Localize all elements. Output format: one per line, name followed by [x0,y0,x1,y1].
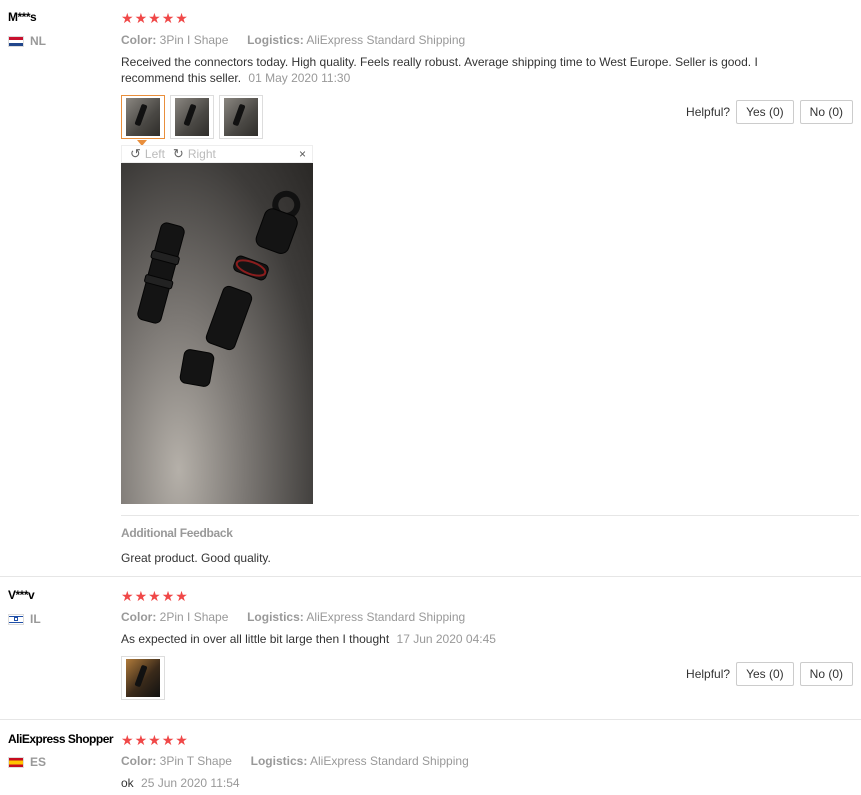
logistics-label: Logistics: [247,610,304,624]
reviewer-name: V***v [8,588,35,602]
connector-photo [137,190,301,387]
star-rating: ★ ★ ★ ★ ★ [121,589,188,603]
reviewer-name: AliExpress Shopper [8,732,114,746]
order-info: Color: 2Pin I Shape Logistics: AliExpres… [121,610,465,624]
logistics-value: AliExpress Standard Shipping [306,610,466,624]
divider [121,515,859,516]
logistics-label: Logistics: [247,33,304,47]
star-icon: ★ [175,732,188,748]
review-date: 17 Jun 2020 04:45 [396,632,496,646]
color-value: 3Pin I Shape [159,33,229,47]
star-icon: ★ [121,10,134,26]
rotate-right-icon: ↻ [172,146,184,161]
country-code: IL [30,612,41,626]
color-label: Color: [121,33,157,47]
photo-thumbnail[interactable] [219,95,263,139]
review-body: ok [121,776,134,790]
photo-thumbnail[interactable] [121,656,165,700]
additional-feedback-text: Great product. Good quality. [121,551,271,565]
helpful-controls: Helpful? Yes (0) No (0) [686,662,853,686]
helpful-yes-button[interactable]: Yes (0) [736,662,794,686]
logistics-value: AliExpress Standard Shipping [309,754,469,768]
review-date: 01 May 2020 11:30 [248,71,351,85]
color-label: Color: [121,754,157,768]
photo-viewer-toolbar: ↺ Left ↻ Right × [121,145,313,163]
helpful-label: Helpful? [686,105,731,119]
review-text: As expected in over all little bit large… [121,631,761,647]
color-label: Color: [121,610,157,624]
color-value: 3Pin T Shape [159,754,232,768]
reviewer-country: ES [8,755,46,769]
logistics-label: Logistics: [250,754,308,768]
review-text: Received the connectors today. High qual… [121,54,761,86]
reviewer-name: M***s [8,10,37,24]
rotate-right-label: Right [187,147,216,161]
star-icon: ★ [161,588,175,604]
country-code: ES [30,755,47,769]
flag-es-icon [8,756,24,768]
flag-nl-icon [8,35,24,47]
helpful-no-button[interactable]: No (0) [799,662,853,686]
star-icon: ★ [121,732,134,748]
star-icon: ★ [134,732,148,748]
rotate-left-icon: ↺ [130,146,141,161]
rotate-left-button[interactable]: ↺ Left [130,146,165,162]
review-body: Received the connectors today. High qual… [121,55,758,85]
review-body: As expected in over all little bit large… [121,632,390,646]
rotate-right-button[interactable]: ↻ Right [173,146,216,162]
helpful-controls: Helpful? Yes (0) No (0) [686,100,853,124]
review-text: ok 25 Jun 2020 11:54 [121,775,761,791]
star-icon: ★ [161,732,175,748]
star-icon: ★ [175,10,188,26]
rotate-left-label: Left [144,147,165,161]
additional-feedback-title: Additional Feedback [121,526,233,540]
helpful-label: Helpful? [686,667,731,681]
helpful-no-button[interactable]: No (0) [799,100,853,124]
photo-thumbnail[interactable] [170,95,214,139]
logistics-value: AliExpress Standard Shipping [306,33,466,47]
country-code: NL [30,34,46,48]
order-info: Color: 3Pin T Shape Logistics: AliExpres… [121,754,469,768]
color-value: 2Pin I Shape [159,610,229,624]
photo-thumbnails [121,656,165,700]
reviewer-country: NL [8,34,46,48]
close-icon[interactable]: × [299,147,306,161]
star-icon: ★ [161,10,175,26]
star-icon: ★ [148,10,161,26]
star-rating: ★ ★ ★ ★ ★ [121,11,188,25]
photo-thumbnail[interactable] [121,95,165,139]
star-rating: ★ ★ ★ ★ ★ [121,733,188,747]
order-info: Color: 3Pin I Shape Logistics: AliExpres… [121,33,465,47]
star-icon: ★ [121,588,134,604]
photo-thumbnails [121,95,263,139]
helpful-yes-button[interactable]: Yes (0) [736,100,794,124]
review-date: 25 Jun 2020 11:54 [141,776,240,790]
star-icon: ★ [134,588,148,604]
review-separator [0,719,861,720]
review-photo-large [121,163,313,504]
review-separator [0,576,861,577]
star-icon: ★ [148,588,161,604]
reviewer-country: IL [8,612,41,626]
star-icon: ★ [134,10,148,26]
flag-il-icon [8,613,24,625]
star-icon: ★ [148,732,161,748]
star-icon: ★ [175,588,188,604]
